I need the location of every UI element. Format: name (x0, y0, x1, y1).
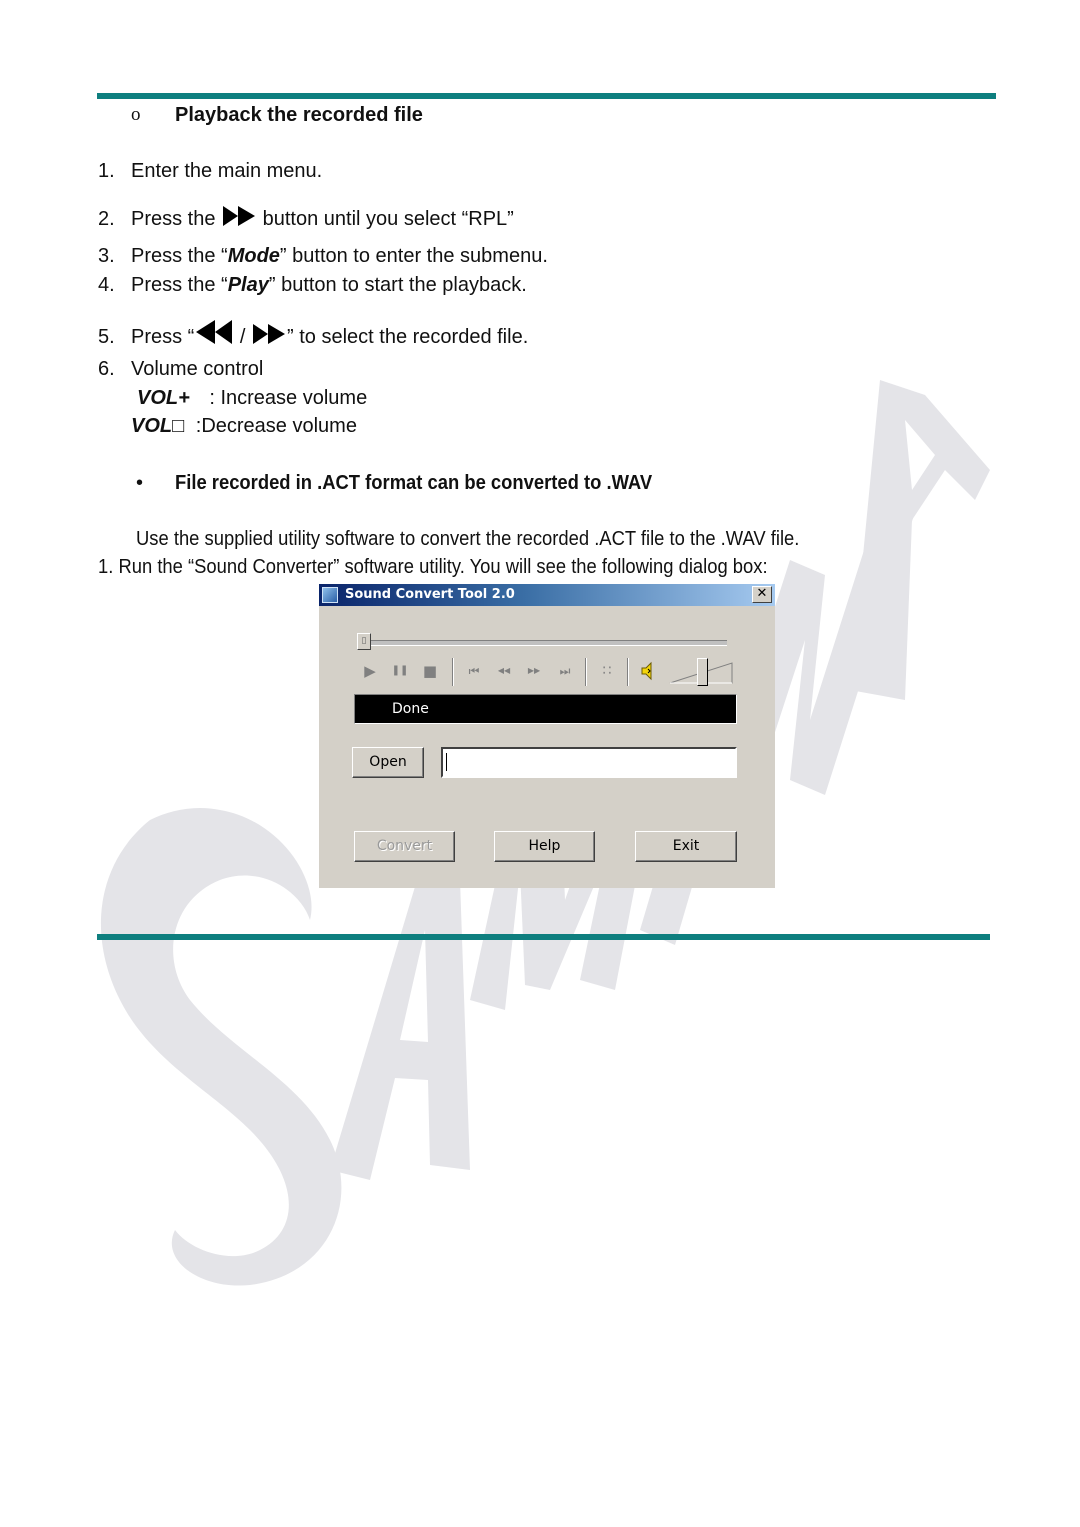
playlist-button[interactable]: ∷ (598, 663, 616, 679)
volume-up-line: VOL+ : Increase volume (137, 387, 368, 409)
toolbar-separator (585, 658, 587, 686)
skip-forward-button[interactable]: ⏭ (554, 663, 576, 679)
watermark-logo-shape (100, 808, 342, 1286)
open-button[interactable]: Open (352, 747, 424, 778)
app-icon (322, 587, 338, 603)
step-6: 6. Volume control (98, 358, 264, 380)
volume-slider-thumb[interactable] (696, 658, 708, 686)
rewind-button[interactable]: ◀◀ (493, 663, 515, 679)
section-bullet: o (131, 104, 141, 125)
watermark-letter-a1 (330, 870, 470, 1180)
help-button[interactable]: Help (494, 831, 595, 862)
fast-forward-icon (223, 206, 256, 226)
section-bullet-dot: • (136, 472, 144, 494)
seek-slider-thumb[interactable]: ▯ (357, 633, 371, 650)
stop-button[interactable]: ■ (421, 663, 439, 679)
seek-track[interactable] (361, 640, 727, 646)
skip-back-button[interactable]: ⏮ (463, 663, 485, 679)
convert-button[interactable]: Convert (354, 831, 455, 862)
forward-button[interactable]: ▶▶ (523, 663, 545, 679)
bottom-divider (97, 934, 990, 940)
top-divider (97, 93, 996, 99)
watermark-letter-a2 (850, 380, 990, 700)
dialog-titlebar[interactable]: Sound Convert Tool 2.0 ✕ (319, 584, 775, 606)
play-button[interactable]: ▶ (361, 663, 379, 679)
step-2: 2. Press the button until you select “RPL… (98, 204, 514, 231)
section-heading-playback: Playback the recorded file (175, 104, 423, 126)
section-heading-convert: File recorded in .ACT format can be conv… (175, 472, 653, 494)
toolbar-separator (627, 658, 629, 686)
step-5: 5. Press “ / ” to select the recorded fil… (98, 318, 528, 349)
step-4: 4. Press the “Play” button to start the p… (98, 274, 527, 296)
step-1: 1. Enter the main menu. (98, 160, 323, 182)
exit-button[interactable]: Exit (635, 831, 737, 862)
toolbar-separator (452, 658, 454, 686)
dialog-title: Sound Convert Tool 2.0 (345, 587, 515, 602)
rewind-icon (196, 320, 233, 344)
step-3: 3. Press the “Mode” button to enter the s… (98, 245, 548, 267)
convert-intro: Use the supplied utility software to con… (136, 528, 800, 550)
fast-forward-icon (253, 324, 286, 344)
speaker-icon[interactable] (639, 661, 659, 681)
convert-step-1: 1. Run the “Sound Converter” software ut… (98, 556, 768, 578)
close-button[interactable]: ✕ (752, 586, 772, 603)
pause-button[interactable]: ❚❚ (391, 663, 409, 679)
volume-down-line: VOL□ :Decrease volume (131, 415, 357, 437)
sound-convert-dialog: Sound Convert Tool 2.0 ✕ ▯ ▶ ❚❚ ■ ⏮ ◀◀ ▶… (319, 584, 775, 888)
status-display: Done (354, 694, 737, 724)
text-caret (446, 753, 447, 771)
file-path-input[interactable] (441, 747, 737, 778)
